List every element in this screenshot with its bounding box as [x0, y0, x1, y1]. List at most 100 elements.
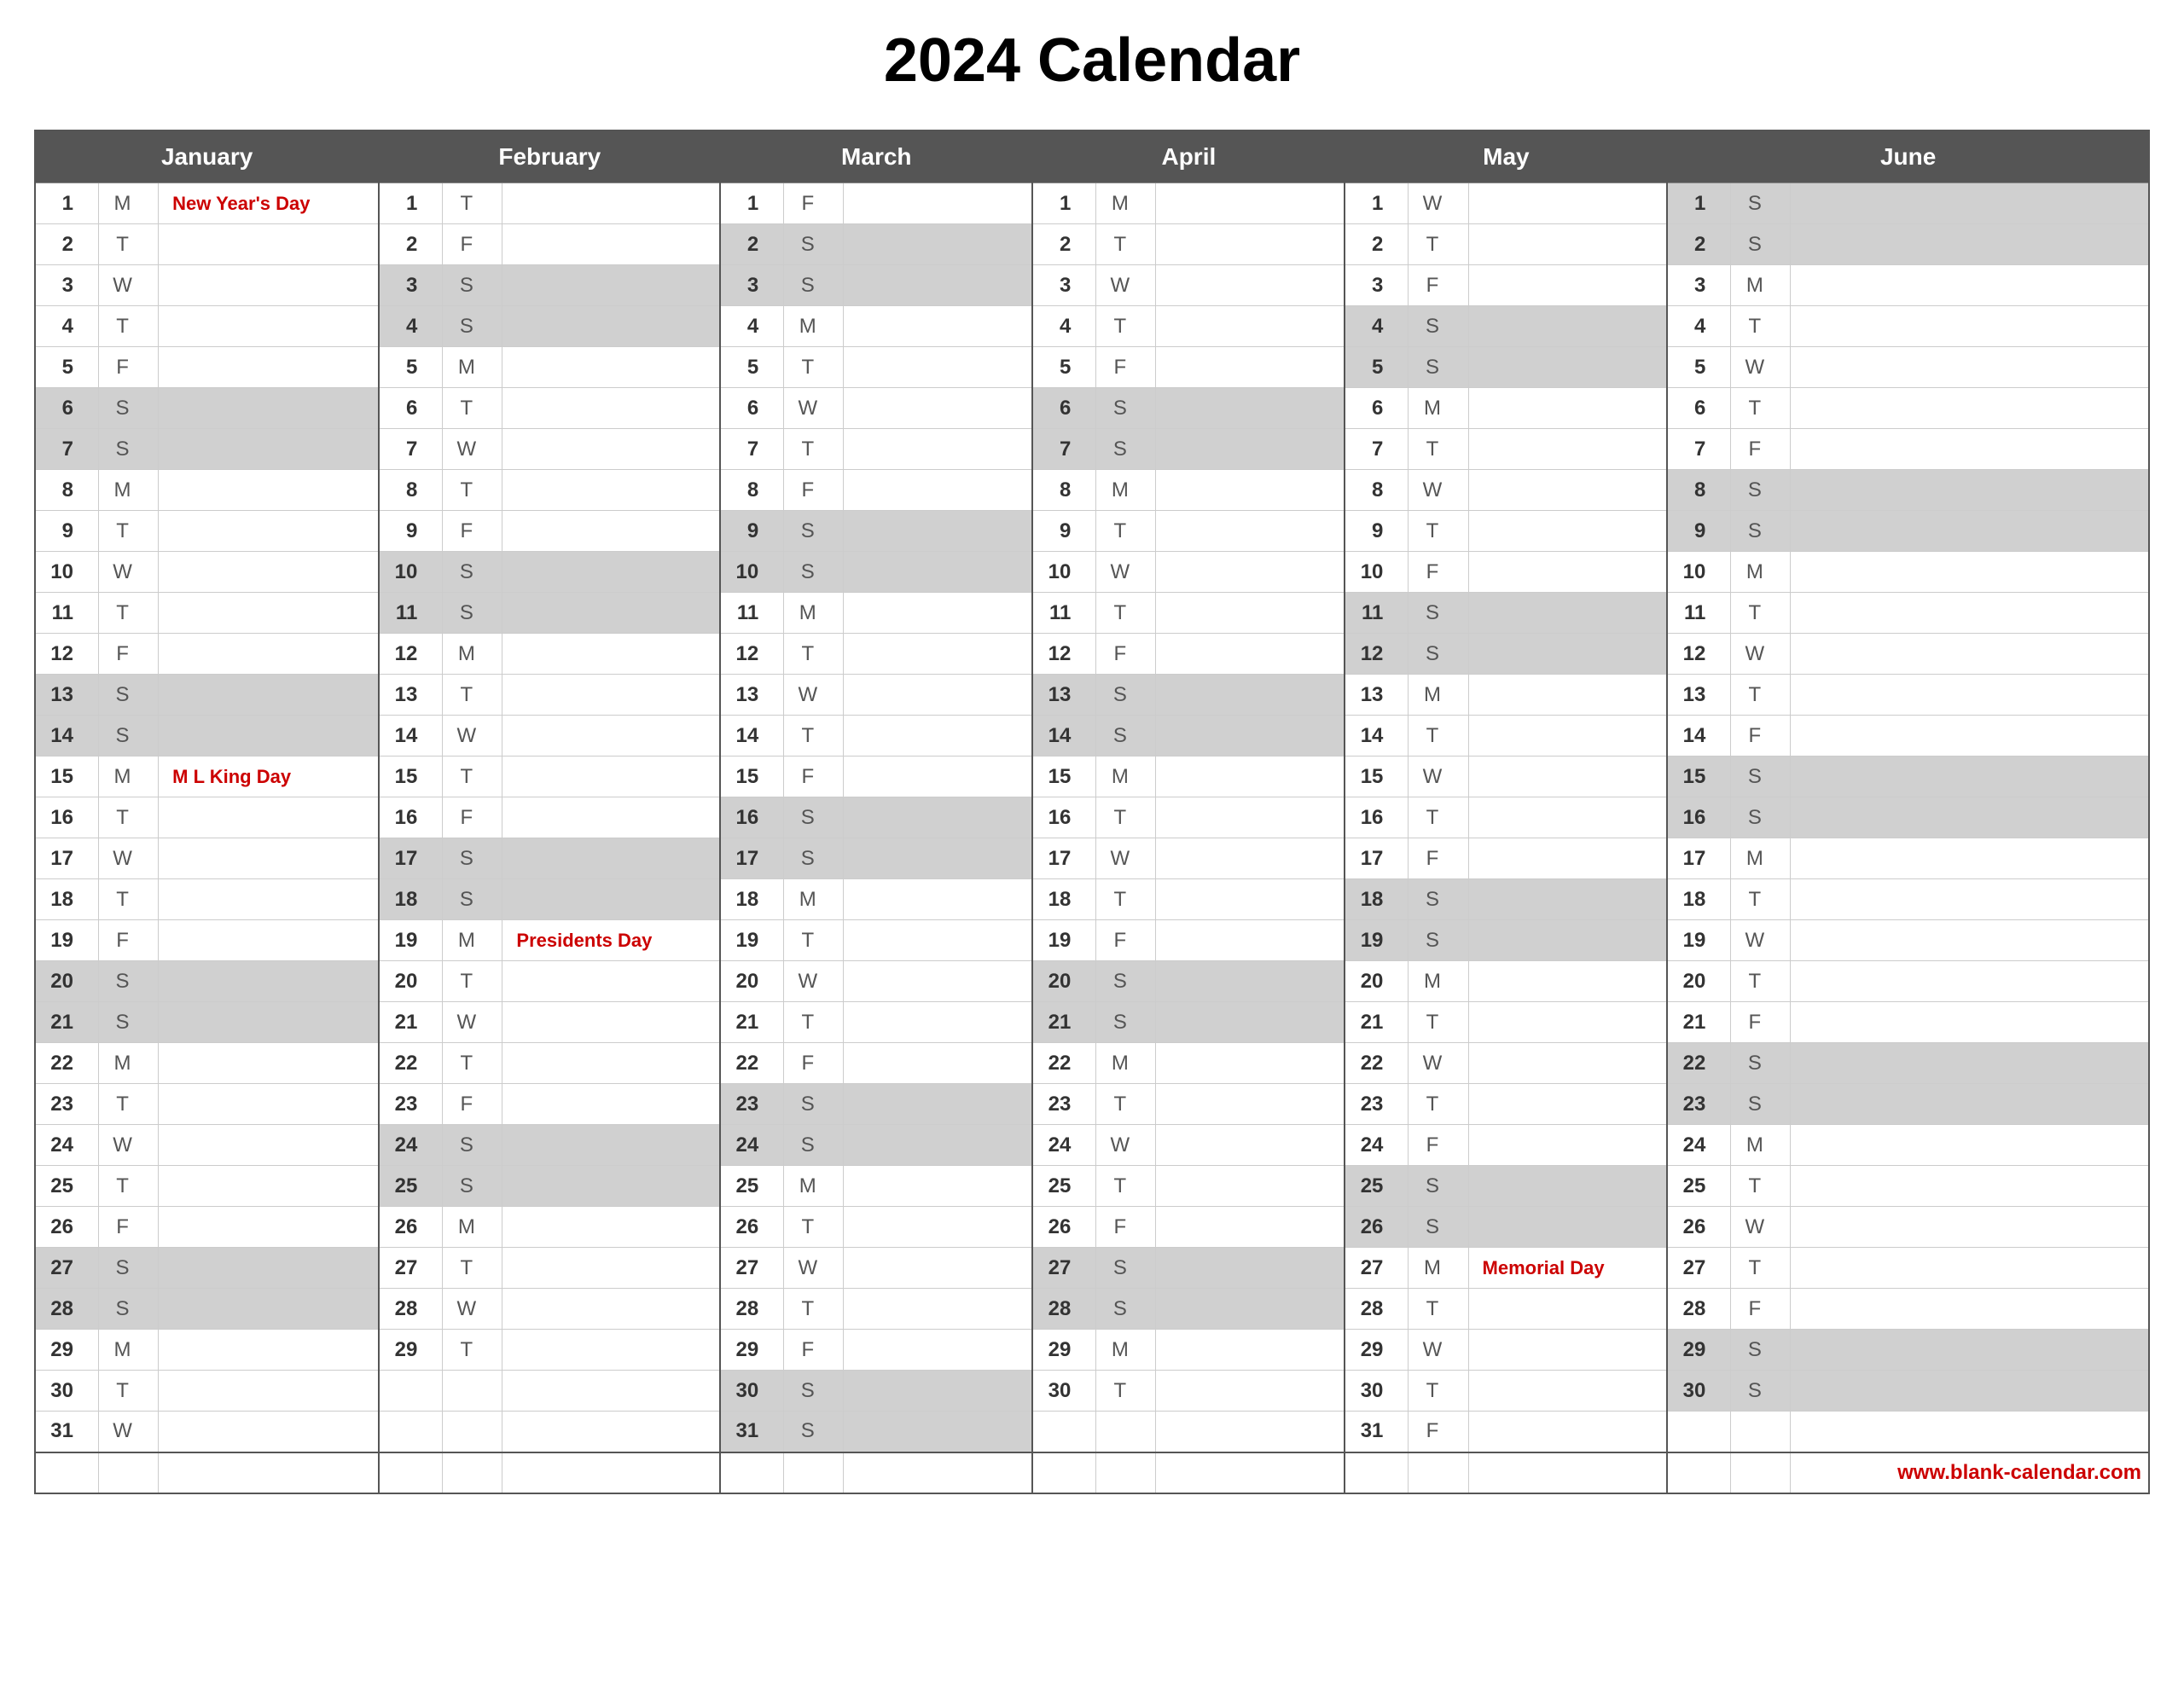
- day-number: 6: [1345, 388, 1408, 429]
- day-letter: S: [1408, 920, 1468, 961]
- day-number: 1: [1345, 183, 1408, 224]
- day-letter: F: [1730, 1002, 1791, 1043]
- day-number: 5: [1345, 347, 1408, 388]
- holiday-cell: [159, 1330, 380, 1371]
- day-letter: W: [98, 1125, 159, 1166]
- holiday-cell: [1156, 511, 1345, 552]
- day-letter: S: [783, 1412, 844, 1452]
- holiday-cell: Presidents Day: [502, 920, 720, 961]
- website-link: www.blank-calendar.com: [1791, 1452, 2149, 1493]
- day-number: 17: [35, 838, 98, 879]
- holiday-cell: [502, 1125, 720, 1166]
- holiday-cell: [502, 1412, 720, 1452]
- day-number: 24: [1032, 1125, 1095, 1166]
- day-number: 3: [720, 265, 783, 306]
- day-number: 14: [379, 716, 442, 757]
- day-letter: W: [1095, 838, 1156, 879]
- holiday-cell: M L King Day: [159, 757, 380, 797]
- holiday-cell: [1468, 306, 1667, 347]
- day-letter: F: [442, 1084, 502, 1125]
- day-number: 15: [1345, 757, 1408, 797]
- holiday-cell: [1156, 183, 1345, 224]
- holiday-cell: [844, 757, 1032, 797]
- day-number: 14: [1345, 716, 1408, 757]
- day-number: 16: [1345, 797, 1408, 838]
- holiday-cell: [502, 716, 720, 757]
- day-number: [379, 1371, 442, 1412]
- day-letter: T: [783, 716, 844, 757]
- day-letter: [442, 1412, 502, 1452]
- day-number: 13: [1032, 675, 1095, 716]
- day-number: 26: [1032, 1207, 1095, 1248]
- day-number: 26: [1667, 1207, 1730, 1248]
- holiday-cell: [1468, 716, 1667, 757]
- day-number: 18: [1667, 879, 1730, 920]
- holiday-cell: [502, 1248, 720, 1289]
- holiday-cell: [1791, 1166, 2149, 1207]
- day-number: 28: [35, 1289, 98, 1330]
- holiday-cell: [844, 1125, 1032, 1166]
- day-letter: T: [1408, 511, 1468, 552]
- day-letter: F: [98, 347, 159, 388]
- day-letter: F: [98, 920, 159, 961]
- day-number: 23: [720, 1084, 783, 1125]
- day-number: 31: [1345, 1412, 1408, 1452]
- day-number: 14: [1032, 716, 1095, 757]
- holiday-cell: [1791, 757, 2149, 797]
- holiday-cell: [159, 511, 380, 552]
- holiday-cell: [844, 1412, 1032, 1452]
- day-letter: M: [783, 1166, 844, 1207]
- day-letter: F: [783, 470, 844, 511]
- holiday-cell: [1791, 1043, 2149, 1084]
- day-letter: S: [1730, 1330, 1791, 1371]
- holiday-cell: [1791, 961, 2149, 1002]
- holiday-cell: [1791, 265, 2149, 306]
- holiday-cell: [502, 797, 720, 838]
- header-june: June: [1667, 130, 2149, 183]
- holiday-cell: [159, 716, 380, 757]
- holiday-cell: Memorial Day: [1468, 1248, 1667, 1289]
- holiday-cell: [502, 1043, 720, 1084]
- day-number: 19: [1032, 920, 1095, 961]
- day-letter: T: [98, 879, 159, 920]
- holiday-cell: [1791, 1248, 2149, 1289]
- day-letter: T: [1730, 879, 1791, 920]
- day-number: 16: [35, 797, 98, 838]
- day-number: 4: [379, 306, 442, 347]
- day-number: 22: [379, 1043, 442, 1084]
- day-letter: M: [1408, 1248, 1468, 1289]
- holiday-cell: [844, 716, 1032, 757]
- holiday-cell: [1156, 634, 1345, 675]
- day-letter: S: [98, 1002, 159, 1043]
- day-number: 27: [1667, 1248, 1730, 1289]
- day-number: 26: [720, 1207, 783, 1248]
- holiday-cell: [1156, 961, 1345, 1002]
- holiday-cell: [1791, 183, 2149, 224]
- day-letter: W: [98, 838, 159, 879]
- holiday-cell: [1468, 1084, 1667, 1125]
- day-letter: M: [98, 1330, 159, 1371]
- holiday-cell: [1156, 306, 1345, 347]
- day-number: 4: [1667, 306, 1730, 347]
- holiday-cell: [844, 429, 1032, 470]
- holiday-cell: [159, 675, 380, 716]
- day-letter: T: [1730, 1248, 1791, 1289]
- day-number: 4: [35, 306, 98, 347]
- day-letter: S: [783, 552, 844, 593]
- holiday-cell: [159, 1166, 380, 1207]
- day-letter: T: [98, 1084, 159, 1125]
- holiday-cell: [1156, 265, 1345, 306]
- holiday-cell: [1791, 1412, 2149, 1452]
- day-letter: S: [1730, 1084, 1791, 1125]
- day-letter: M: [98, 470, 159, 511]
- day-letter: W: [1408, 757, 1468, 797]
- day-letter: T: [442, 1248, 502, 1289]
- day-number: 13: [1345, 675, 1408, 716]
- day-number: 23: [35, 1084, 98, 1125]
- page-title: 2024 Calendar: [34, 26, 2150, 96]
- day-letter: W: [1095, 552, 1156, 593]
- holiday-cell: [159, 1412, 380, 1452]
- day-letter: W: [442, 429, 502, 470]
- day-number: 15: [379, 757, 442, 797]
- day-letter: F: [1408, 265, 1468, 306]
